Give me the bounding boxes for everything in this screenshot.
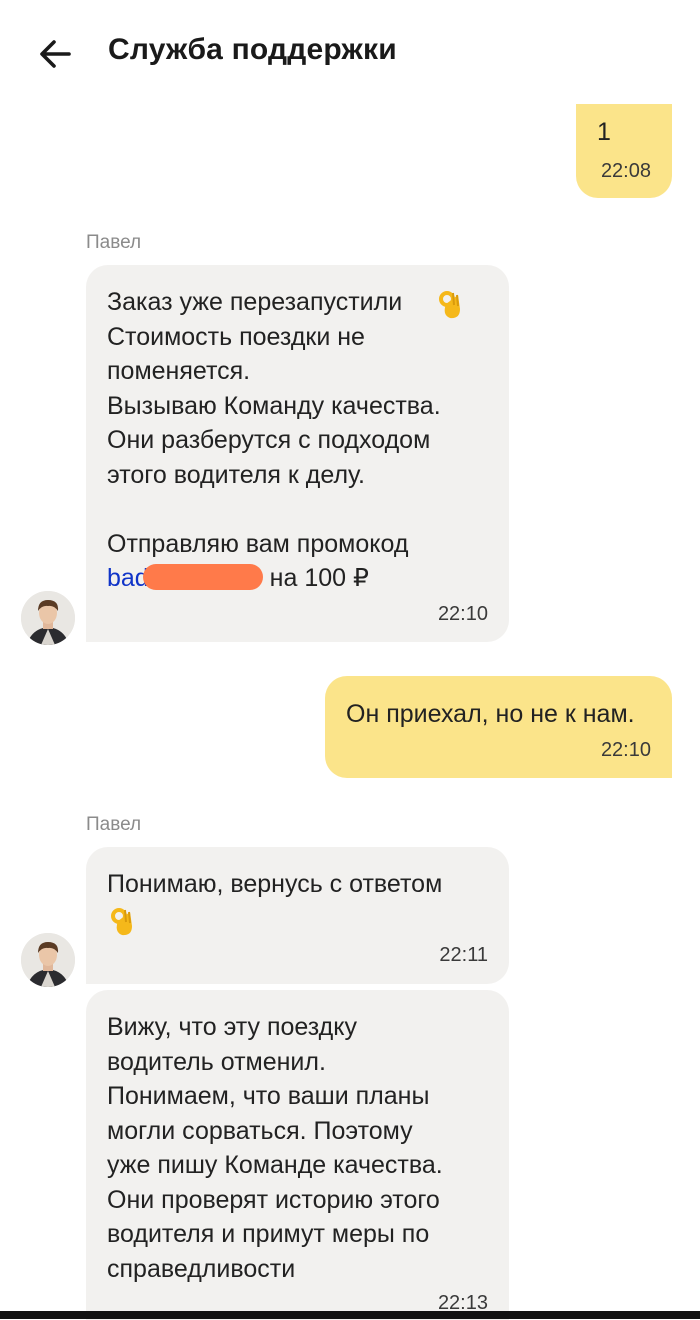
chat-header: Служба поддержки xyxy=(0,0,700,104)
page-title: Служба поддержки xyxy=(108,33,397,66)
message-time: 22:08 xyxy=(600,160,651,182)
back-button[interactable] xyxy=(36,34,76,74)
promo-code-line: bad на 100 ₽ xyxy=(107,561,497,596)
redaction-mark xyxy=(142,564,263,590)
message-time: 22:10 xyxy=(437,603,488,625)
incoming-message[interactable]: Понимаю, вернусь с ответом 22:11 xyxy=(86,847,509,984)
message-text: Понимаю, вернусь с ответом xyxy=(107,870,443,898)
avatar-photo xyxy=(21,591,75,645)
message-text: Вижу, что эту поездку водитель отменил. … xyxy=(107,1013,443,1283)
avatar-photo xyxy=(21,933,75,987)
message-text: 1 xyxy=(597,118,611,146)
incoming-message[interactable]: Заказ уже перезапустили Стоимость поездк… xyxy=(86,265,509,642)
ok-hand-emoji xyxy=(439,291,460,319)
bottom-edge xyxy=(0,1311,700,1319)
ok-hand-emoji xyxy=(111,908,132,936)
arrow-left-icon xyxy=(40,40,71,68)
message-text: Он приехал, но не к нам. xyxy=(346,700,635,728)
sender-name: Павел xyxy=(86,232,142,253)
message-text: Заказ уже перезапустили Стоимость поездк… xyxy=(107,288,441,558)
message-time: 22:10 xyxy=(600,739,651,761)
sender-name: Павел xyxy=(86,814,142,835)
message-time: 22:11 xyxy=(439,944,488,966)
avatar[interactable] xyxy=(21,933,75,987)
incoming-message[interactable]: Вижу, что эту поездку водитель отменил. … xyxy=(86,990,509,1320)
outgoing-message[interactable]: 1 22:08 xyxy=(576,104,672,198)
outgoing-message[interactable]: Он приехал, но не к нам. 22:10 xyxy=(325,676,672,778)
avatar[interactable] xyxy=(21,591,75,645)
promo-amount: на 100 ₽ xyxy=(269,564,369,592)
